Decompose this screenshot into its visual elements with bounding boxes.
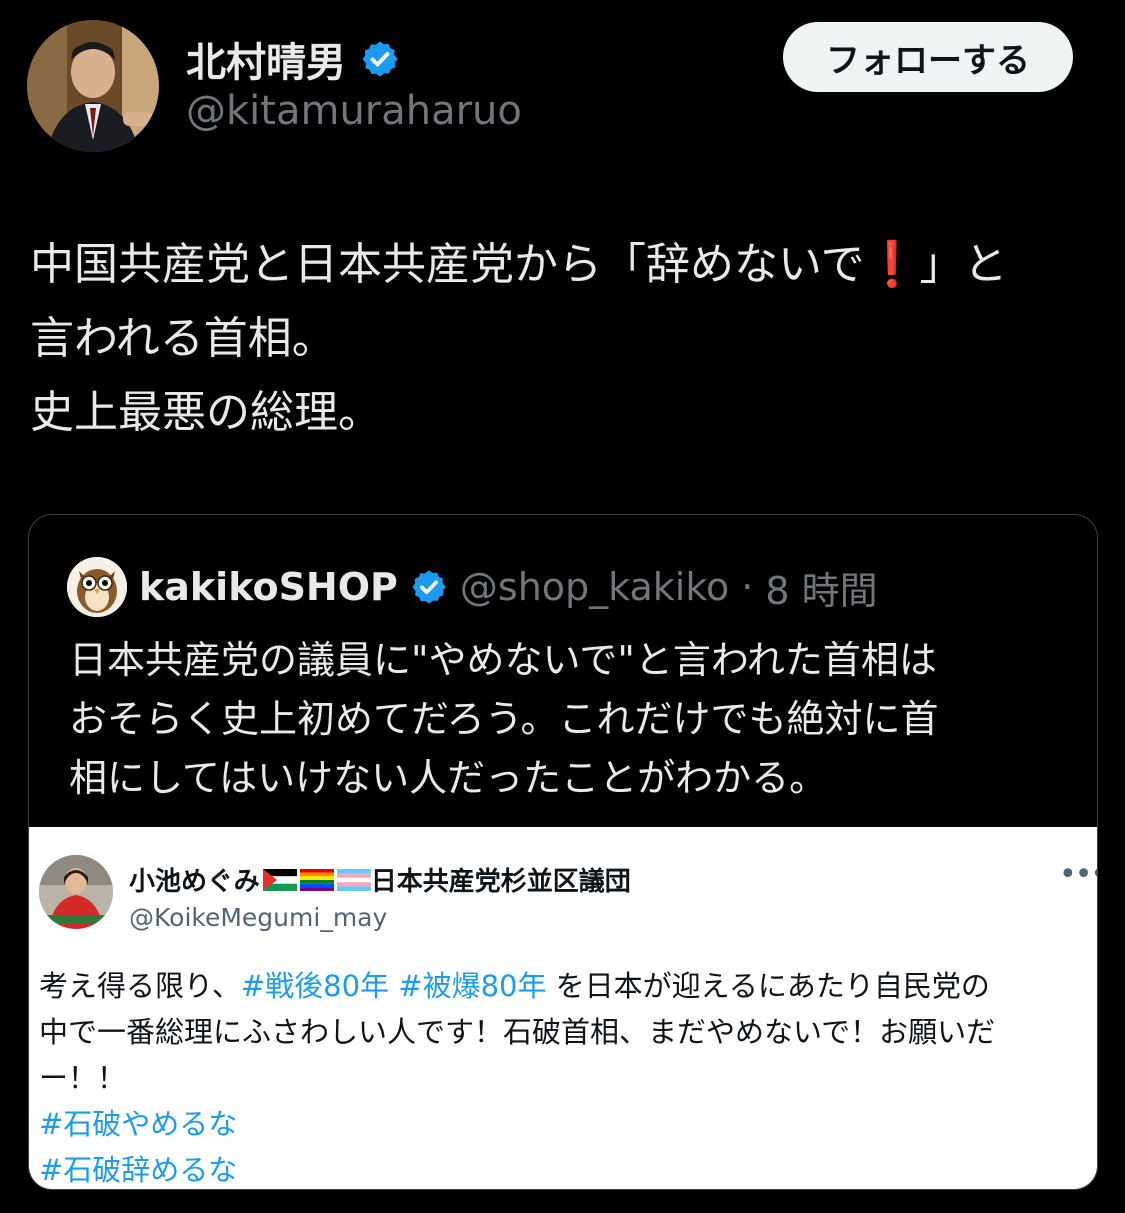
embedded-tweet-image[interactable]: 小池めぐみ 日本共産党杉並区議団 @KoikeMegumi_may •• 考え得… (29, 827, 1097, 1189)
embedded-line-1: 考え得る限り、#戦後80年 #被爆80年 を日本が迎えるにあたり自民党の (39, 969, 990, 1003)
hashtag-link: #石破辞めるな (39, 1153, 238, 1187)
tweet-text: 中国共産党と日本共産党から「辞めないで❗」と 言われる首相。 史上最悪の総理。 (30, 228, 1110, 450)
hashtag-link: #石破やめるな (39, 1107, 238, 1141)
author-name[interactable]: 北村晴男 (186, 30, 346, 88)
quote-avatar (67, 557, 127, 617)
quote-text: 日本共産党の議員に"やめないで"と言われた首相は おそらく史上初めてだろう。これ… (69, 631, 1079, 808)
tweet-line-2: 言われる首相。 (30, 313, 336, 364)
quote-line: おそらく史上初めてだろう。これだけでも絶対に首 (69, 697, 939, 741)
author-avatar[interactable] (27, 20, 159, 152)
quote-tweet-card[interactable]: kakikoSHOP @shop_kakiko · 8 時間 日本共産党の議員に… (28, 514, 1098, 1190)
quote-author-handle[interactable]: @shop_kakiko (460, 565, 729, 609)
tweet-line-1: 中国共産党と日本共産党から「辞めないで❗」と (30, 239, 1008, 290)
embedded-author-handle: @KoikeMegumi_may (129, 903, 388, 932)
embedded-line-3: ー！！ (39, 1061, 127, 1095)
verified-badge-icon (412, 570, 446, 604)
exclamation-icon: ❗ (864, 239, 920, 290)
quote-timestamp[interactable]: 8 時間 (765, 560, 877, 615)
embedded-tweet-text: 考え得る限り、#戦後80年 #被爆80年 を日本が迎えるにあたり自民党の 中で一… (39, 963, 1089, 1189)
transgender-flag-icon (336, 868, 371, 891)
quote-author-name[interactable]: kakikoSHOP (139, 565, 398, 609)
quote-header: kakikoSHOP @shop_kakiko · 8 時間 (67, 557, 878, 617)
hashtag-link: #戦後80年 (240, 969, 390, 1003)
hashtag-link: #被爆80年 (398, 969, 547, 1003)
quote-line: 相にしてはいけない人だったことがわかる。 (69, 756, 828, 800)
quote-line: 日本共産党の議員に"やめないで"と言われた首相は (69, 638, 937, 682)
rainbow-flag-icon (299, 868, 334, 891)
follow-button[interactable]: フォローする (783, 22, 1073, 92)
palestine-flag-icon (262, 868, 297, 891)
author-handle[interactable]: @kitamuraharuo (186, 88, 522, 134)
author-name-row[interactable]: 北村晴男 (186, 30, 400, 88)
embedded-line-2: 中で一番総理にふさわしい人です！石破首相、まだやめないで！お願いだ (39, 1015, 996, 1049)
quote-separator: · (741, 565, 754, 609)
embedded-avatar (39, 855, 113, 929)
verified-badge-icon (362, 41, 398, 77)
more-options-icon: ••• (1059, 857, 1097, 892)
tweet-line-3: 史上最悪の総理。 (30, 387, 382, 438)
embedded-author-name: 小池めぐみ 日本共産党杉並区議団 (129, 867, 631, 897)
